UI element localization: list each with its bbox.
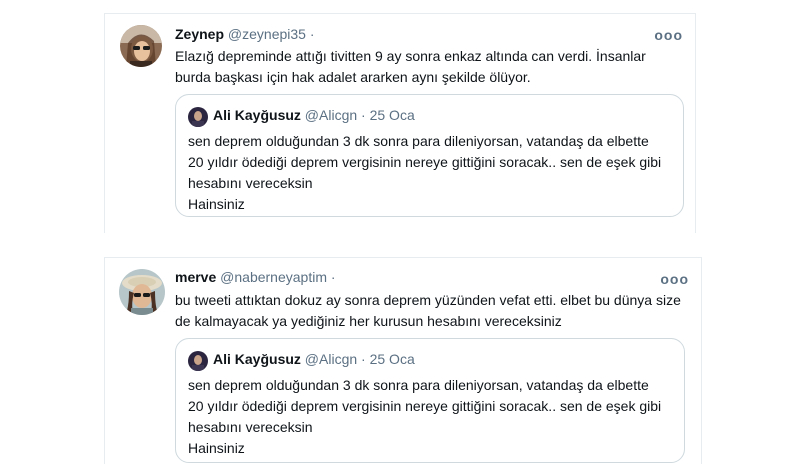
quote-paragraph: sen deprem olduğundan 3 dk sonra para di… [188,133,662,191]
quoted-tweet[interactable]: Ali Kayğusuz @Alicgn · 25 Oca sen deprem… [175,94,684,217]
quote-text: sen deprem olduğundan 3 dk sonra para di… [188,375,668,459]
quote-header: Ali Kayğusuz @Alicgn · 25 Oca [213,107,415,123]
more-options-icon[interactable]: ooo [654,27,683,43]
author-name: Ali Kayğusuz [213,107,301,123]
quote-paragraph: Hainsiniz [188,196,245,212]
tweet-card[interactable]: Zeynep @zeynepi35 · ooo Elazığ depremind… [104,13,696,233]
quote-text: sen deprem olduğundan 3 dk sonra para di… [188,131,668,215]
quote-paragraph: sen deprem olduğundan 3 dk sonra para di… [188,377,662,435]
tweet-date: 25 Oca [369,107,415,123]
tweet-text: bu tweeti attıktan dokuz ay sonra deprem… [175,292,681,329]
tweet-card[interactable]: merve @naberneyaptim · ooo bu tweeti att… [104,257,702,464]
separator-dot: · [361,107,366,123]
separator-dot: · [361,351,366,367]
author-handle[interactable]: @zeynepi35 [228,26,306,42]
author-name[interactable]: Zeynep [175,26,224,42]
avatar [188,107,208,127]
tweet-text: Elazığ depreminde attığı tivitten 9 ay s… [175,48,646,85]
avatar[interactable] [119,269,165,315]
tweet-date: 25 Oca [369,351,415,367]
avatar[interactable] [120,25,162,67]
author-handle: @Alicgn [304,351,358,367]
author-name: Ali Kayğusuz [213,351,301,367]
author-name[interactable]: merve [175,269,216,285]
author-handle: @Alicgn [304,107,358,123]
avatar [188,351,208,371]
more-options-icon[interactable]: ooo [660,271,689,287]
separator-dot: · [330,269,336,285]
quote-header: Ali Kayğusuz @Alicgn · 25 Oca [213,351,415,367]
author-handle[interactable]: @naberneyaptim [220,269,327,285]
quote-paragraph: Hainsiniz [188,440,245,456]
tweet-header: Zeynep @zeynepi35 · [175,26,315,42]
separator-dot: · [309,26,315,42]
quoted-tweet[interactable]: Ali Kayğusuz @Alicgn · 25 Oca sen deprem… [175,338,685,463]
tweet-header: merve @naberneyaptim · [175,269,336,285]
